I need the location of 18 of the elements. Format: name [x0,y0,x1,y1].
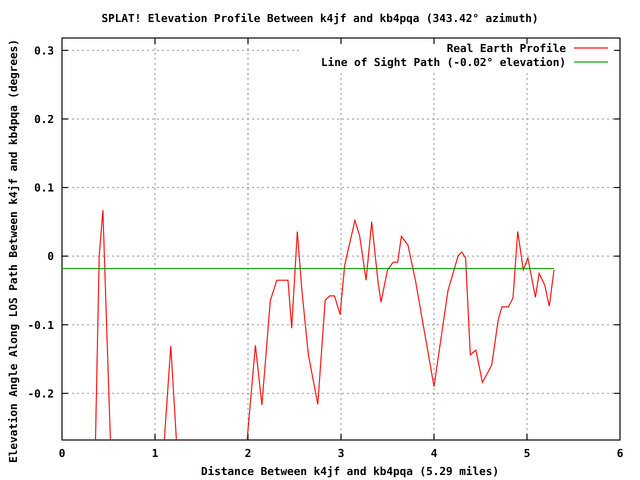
y-axis-label: Elevation Angle Along LOS Path Between k4jf and kb4pqa (degrees) [7,39,20,463]
tick-label: 1 [152,447,158,460]
tick-label: 4 [430,447,438,460]
tick-label: 2 [244,447,252,460]
legend-label: Real Earth Profile [446,42,566,55]
tick-label: -0.1 [28,318,54,332]
tick-label: 0.3 [34,44,54,58]
tick-label: 5 [524,447,530,460]
chart-title: SPLAT! Elevation Profile Between k4jf and kb4pqa (343.42° azimuth) [101,12,539,25]
legend-label: Line of Sight Path (-0.02° elevation) [320,56,566,69]
tick-label: 0.2 [34,112,54,126]
tick-label: 0 [58,447,66,460]
tick-label: 0.1 [34,182,54,195]
x-axis-label: Distance Between k4jf and kb4pqa (5.29 miles) [201,465,499,478]
tick-label: 0 [47,250,54,264]
tick-label: -0.2 [28,387,54,400]
tick-label: 3 [338,447,344,460]
tick-label: 6 [616,447,624,460]
